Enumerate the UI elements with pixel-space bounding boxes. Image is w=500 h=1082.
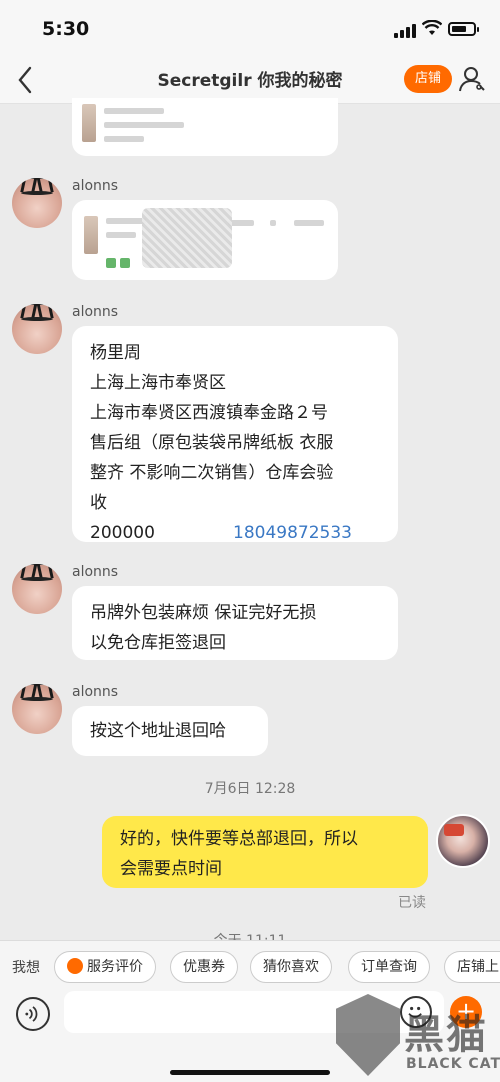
back-arrow-icon[interactable] [12,62,42,98]
product-card-partial[interactable] [72,98,338,156]
message-bubble[interactable]: 吊牌外包装麻烦 保证完好无损 以免仓库拒签退回 [72,586,398,660]
quick-actions-label: 我想 [12,960,40,976]
redacted-area [142,208,232,268]
card-text-line [106,218,146,224]
message-text: 杨里周 [90,343,141,363]
avatar[interactable] [12,304,62,354]
message-text: 按这个地址退回哈 [90,721,226,741]
user-profile-icon[interactable] [458,64,488,94]
message-bubble[interactable]: 按这个地址退回哈 [72,706,268,756]
message-text: 以免仓库拒签退回 [90,633,226,653]
coin-icon [67,958,83,974]
chip-recommend[interactable]: 猜你喜欢 [250,951,332,983]
shop-button[interactable]: 店铺 [404,65,452,93]
message-text: 整齐 不影响二次销售）仓库会验 [90,463,334,483]
product-thumbnail [84,216,98,254]
read-status: 已读 [398,895,426,911]
message-text: 售后组（原包装袋吊牌纸板 衣服 [90,433,334,453]
sender-name: alonns [72,564,119,580]
card-text-line [104,122,184,128]
message-text: 收 [90,493,107,513]
watermark-cn: 黑猫 [404,1012,488,1058]
signal-icon [394,24,416,38]
watermark: 黑猫 BLACK CAT [336,980,500,1082]
home-indicator [170,1070,330,1075]
chip-shop[interactable]: 店铺上 [444,951,500,983]
chip-order-query[interactable]: 订单查询 [348,951,430,983]
sender-name: alonns [72,684,119,700]
chip-service-review[interactable]: 服务评价 [54,951,156,983]
message-bubble-address[interactable]: 杨里周 上海上海市奉贤区 上海市奉贤区西渡镇奉金路２号 售后组（原包装袋吊牌纸板… [72,326,398,543]
watermark-en: BLACK CAT [406,1056,500,1072]
black-cat-logo-icon [336,994,400,1076]
chip-coupon[interactable]: 优惠券 [170,951,238,983]
card-text-line [106,232,136,238]
sender-name: alonns [72,304,119,320]
quick-actions-bar: 我想 服务评价 优惠券 猜你喜欢 订单查询 店铺上 [0,951,500,983]
avatar[interactable] [12,564,62,614]
message-text: 好的，快件要等总部退回，所以 [120,829,358,849]
tag-icon [120,258,130,268]
product-thumbnail [82,104,96,142]
sender-name: alonns [72,178,119,194]
wifi-icon [422,20,442,35]
message-text: 上海市奉贤区西渡镇奉金路２号 [90,403,328,423]
zip-code: 200000 [90,523,155,543]
battery-icon [448,22,479,36]
message-text: 上海上海市奉贤区 [90,373,226,393]
card-text-line [270,220,276,226]
my-avatar[interactable] [436,814,490,868]
card-text-line [294,220,324,226]
card-text-line [104,136,144,142]
message-text: 吊牌外包装麻烦 保证完好无损 [90,603,317,623]
message-text: 会需要点时间 [120,859,222,879]
status-time: 5:30 [42,18,90,40]
my-message-bubble[interactable]: 好的，快件要等总部退回，所以 会需要点时间 [102,816,428,888]
timestamp: 7月6日 12:28 [204,781,296,797]
tag-icon [106,258,116,268]
avatar[interactable] [12,178,62,228]
top-bar: 5:30 Secretgilr 你我的秘密 店铺 [0,0,500,104]
voice-icon[interactable] [16,997,50,1031]
phone-link[interactable]: 18049872533 [233,518,352,548]
chat-title: Secretgilr 你我的秘密 [157,71,343,91]
product-card[interactable] [72,200,338,280]
avatar[interactable] [12,684,62,734]
card-text-line [104,108,164,114]
